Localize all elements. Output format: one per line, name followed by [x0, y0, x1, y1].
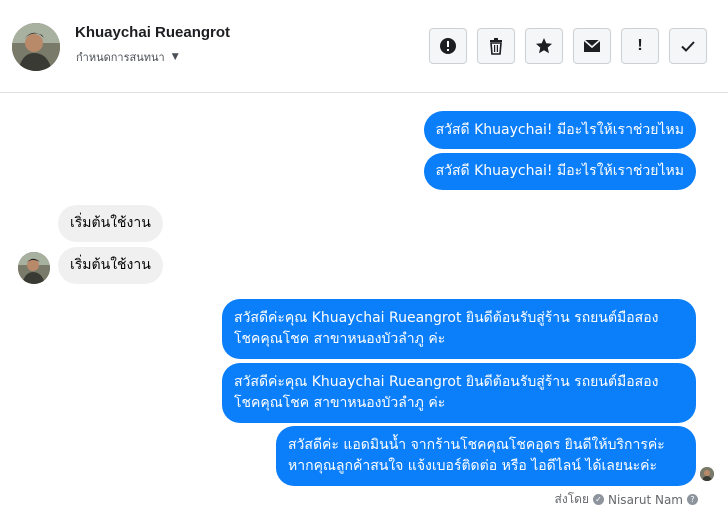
check-badge-icon: ✓ [593, 494, 604, 505]
message-bubble: สวัสดี Khuaychai! มีอะไรให้เราช่วยไหม [423, 153, 696, 190]
mark-unread-button[interactable] [573, 28, 611, 64]
message-bubble: สวัสดี Khuaychai! มีอะไรให้เราช่วยไหม [423, 111, 696, 149]
alert-circle-icon [440, 38, 456, 54]
trash-icon [490, 38, 502, 55]
contact-name[interactable]: Khuaychai Rueangrot [75, 24, 230, 41]
follow-up-button[interactable]: ! [621, 28, 659, 64]
delete-button[interactable] [477, 28, 515, 64]
message-line: โชคคุณโชค สาขาหนองบัวลำภู ค่ะ [234, 331, 446, 347]
mark-spam-button[interactable] [429, 28, 467, 64]
sender-name[interactable]: Nisarut Nam [608, 493, 683, 507]
help-icon[interactable]: ? [687, 494, 698, 505]
mark-done-button[interactable] [669, 28, 707, 64]
message-bubble: เริ่มต้นใช้งาน [58, 205, 163, 242]
chevron-down-icon: ▼ [171, 52, 179, 62]
message-bubble: สวัสดีค่ะคุณ Khuaychai Rueangrot ยินดีต้… [222, 299, 696, 359]
star-icon [536, 38, 552, 54]
envelope-icon [583, 39, 601, 52]
message-bubble: เริ่มต้นใช้งาน [58, 247, 163, 284]
assign-label: กำหนดการสนทนา [76, 51, 165, 64]
message-line: สวัสดีค่ะคุณ Khuaychai Rueangrot ยินดีต้… [234, 310, 659, 326]
sent-by-info: ส่งโดย ✓ Nisarut Nam ? [555, 490, 698, 509]
star-button[interactable] [525, 28, 563, 64]
message-bubble: สวัสดีค่ะ แอดมินน้ำ จากร้านโชคคุณโชคอุดร… [276, 426, 696, 486]
check-icon [681, 41, 695, 52]
read-receipt-avatar [700, 467, 714, 481]
message-line: สวัสดีค่ะ แอดมินน้ำ จากร้านโชคคุณโชคอุดร… [288, 437, 665, 453]
sent-by-label: ส่งโดย [554, 492, 589, 506]
message-bubble: สวัสดีค่ะคุณ Khuaychai Rueangrot ยินดีต้… [222, 363, 696, 423]
conversation-header: Khuaychai Rueangrot กำหนดการสนทนา ▼ ! [0, 0, 728, 93]
message-line: โชคคุณโชค สาขาหนองบัวลำภู ค่ะ [234, 395, 446, 411]
message-line: หากคุณลูกค้าสนใจ แจ้งเบอร์ติดต่อ หรือ ไอ… [288, 458, 658, 474]
follow-up-label: ! [637, 37, 643, 54]
contact-avatar-small [18, 252, 50, 284]
message-line: สวัสดีค่ะคุณ Khuaychai Rueangrot ยินดีต้… [234, 374, 659, 390]
assign-conversation-dropdown[interactable]: กำหนดการสนทนา ▼ [76, 48, 179, 66]
contact-avatar[interactable] [12, 23, 60, 71]
